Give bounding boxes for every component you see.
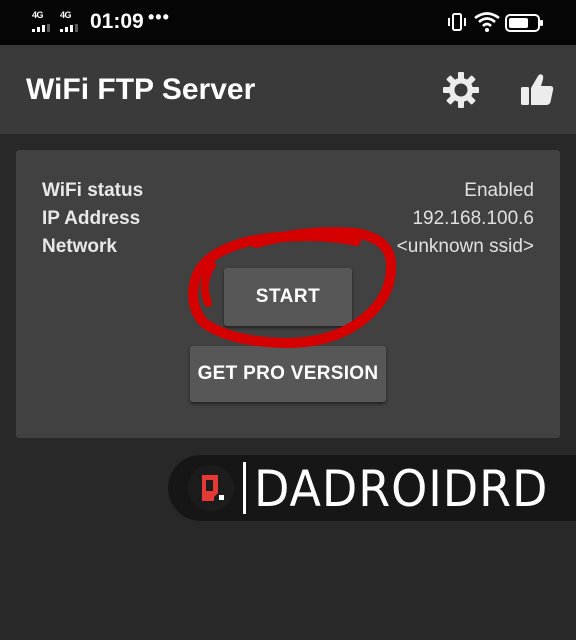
- network-type-label: 4G: [60, 10, 72, 20]
- status-bar: 4G 4G 01:09 •••: [0, 0, 576, 45]
- thumbs-up-icon: [521, 74, 554, 105]
- more-notifications-icon: •••: [148, 7, 170, 27]
- app-title: WiFi FTP Server: [26, 73, 256, 106]
- ip-address-row: IP Address 192.168.100.6: [42, 208, 534, 234]
- vibrate-icon: [448, 13, 466, 31]
- server-status-card: WiFi status Enabled IP Address 192.168.1…: [16, 150, 560, 438]
- network-label: Network: [42, 236, 117, 257]
- network-type-label: 4G: [32, 10, 44, 20]
- ip-address-value: 192.168.100.6: [412, 208, 534, 229]
- gear-icon: [443, 72, 479, 108]
- app-bar: WiFi FTP Server: [0, 45, 576, 134]
- network-value: <unknown ssid>: [396, 236, 534, 257]
- network-row: Network <unknown ssid>: [42, 236, 534, 262]
- get-pro-version-button[interactable]: GET PRO VERSION: [190, 346, 386, 402]
- wifi-status-value: Enabled: [464, 180, 534, 201]
- status-time: 01:09: [90, 10, 144, 33]
- ip-address-label: IP Address: [42, 208, 141, 229]
- battery-icon: [505, 14, 543, 32]
- signal-bars-icon: [32, 24, 54, 32]
- watermark-divider: [243, 462, 246, 514]
- dadroidrd-watermark: DADROIDRD: [168, 455, 576, 521]
- signal-bars-icon: [60, 24, 82, 32]
- wifi-status-row: WiFi status Enabled: [42, 180, 534, 206]
- dadroidrd-logo-icon: [188, 465, 234, 511]
- wifi-icon: [474, 12, 500, 32]
- start-server-button[interactable]: START: [224, 268, 352, 326]
- settings-button[interactable]: [440, 69, 482, 111]
- wifi-status-label: WiFi status: [42, 180, 144, 201]
- like-button[interactable]: [518, 71, 556, 109]
- watermark-text: DADROIDRD: [254, 460, 549, 518]
